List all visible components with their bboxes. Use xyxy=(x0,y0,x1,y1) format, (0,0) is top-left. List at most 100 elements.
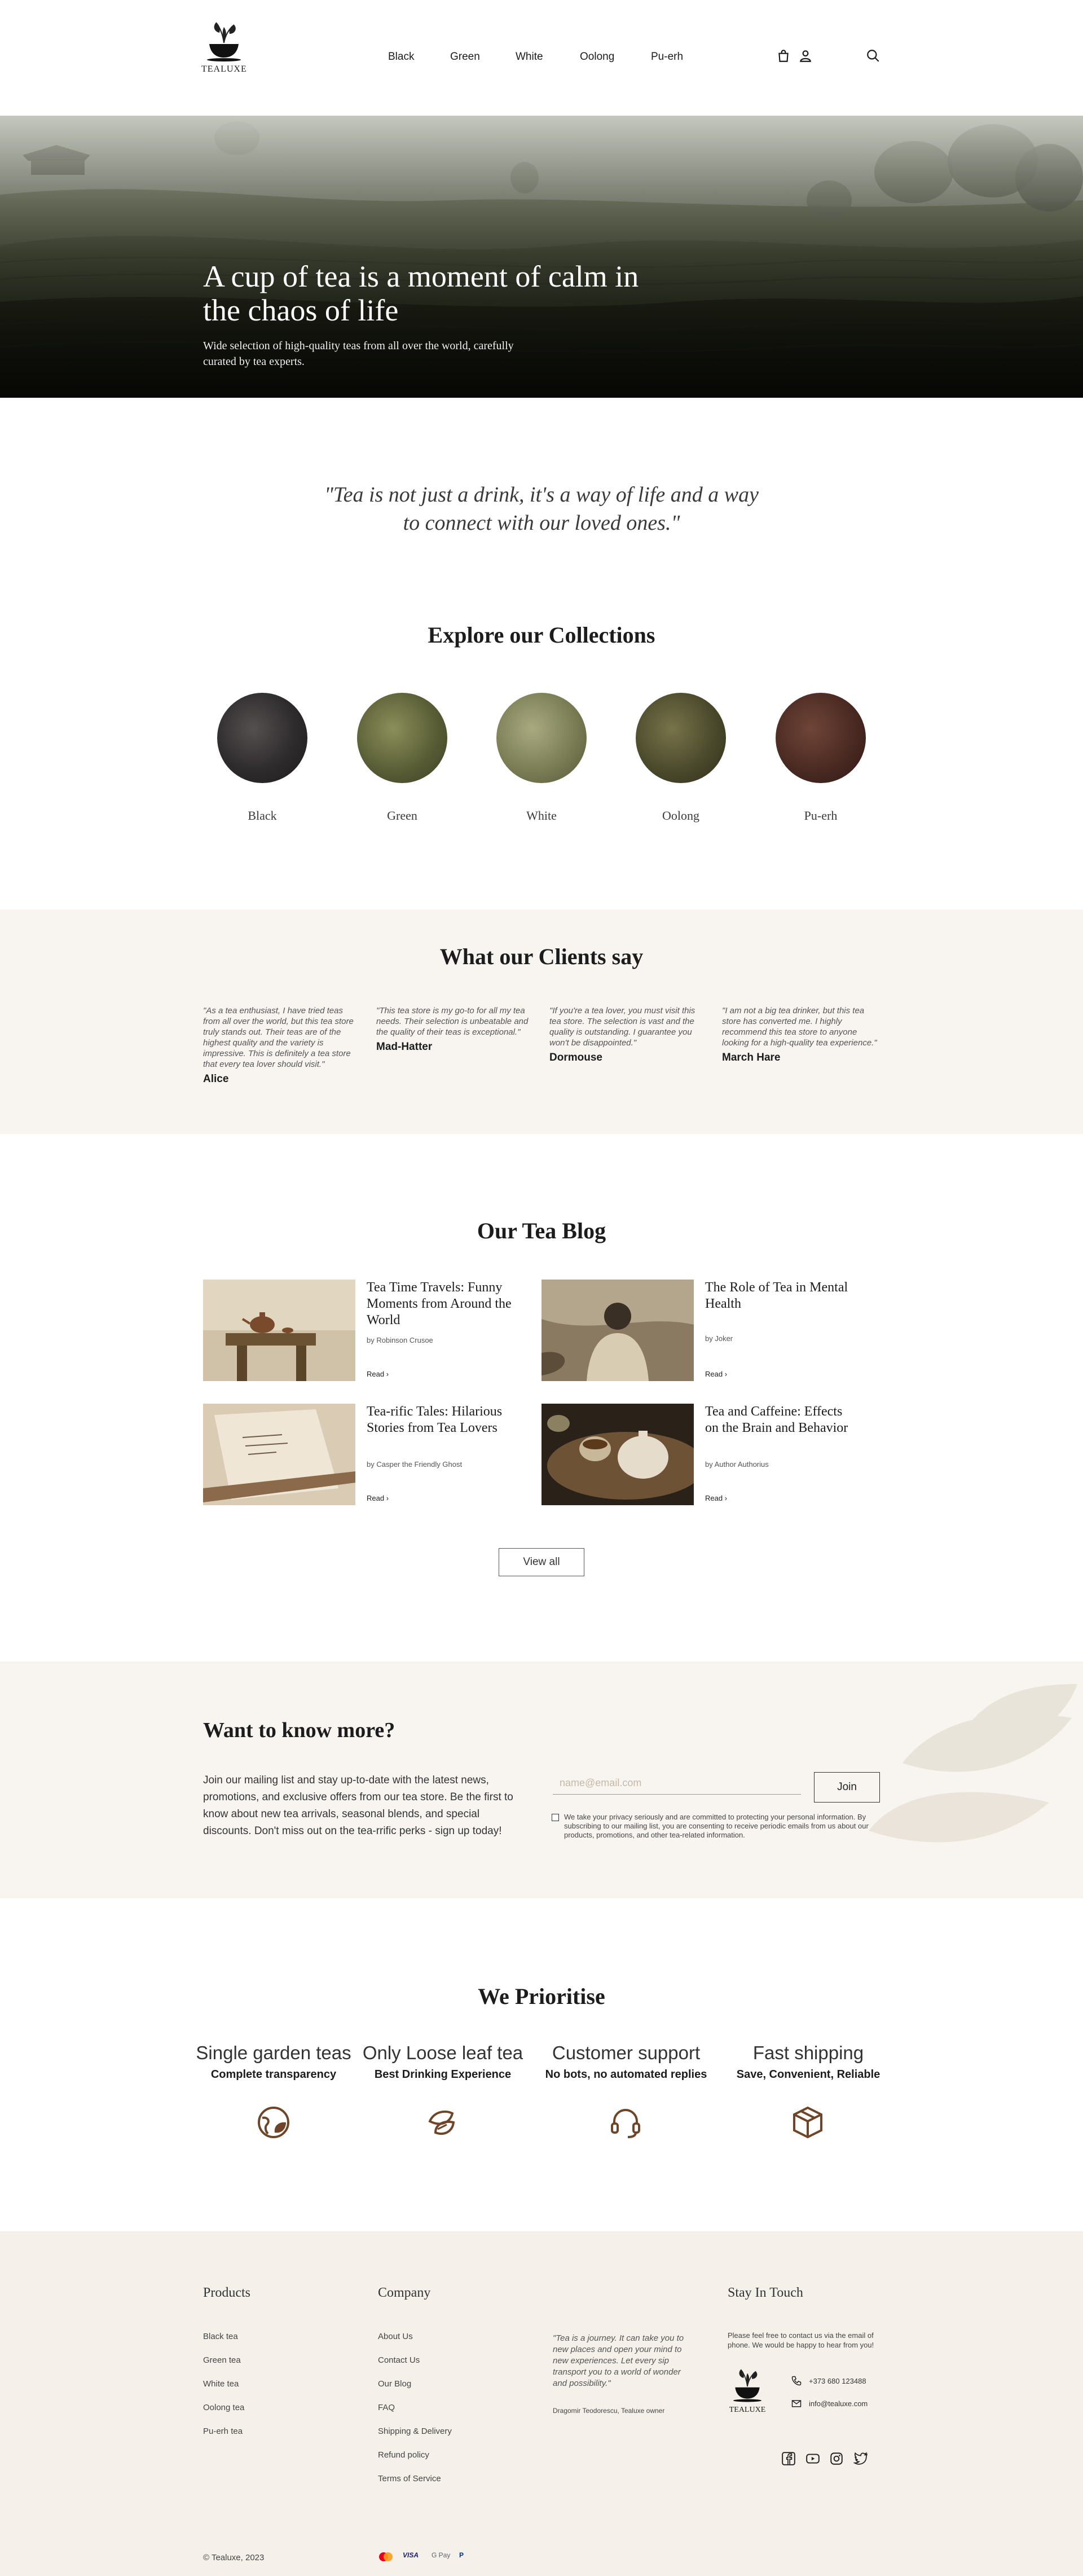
blog-post-title[interactable]: Tea and Caffeine: Effects on the Brain a… xyxy=(705,1404,857,1436)
footer-quote: "Tea is a journey. It can take you to ne… xyxy=(553,2333,684,2388)
footer-link[interactable]: Our Blog xyxy=(378,2379,411,2389)
footer-link[interactable]: Pu-erh tea xyxy=(203,2426,243,2436)
collections-title: Explore our Collections xyxy=(428,622,655,648)
testimonial-name: Alice xyxy=(203,1073,229,1085)
footer-link[interactable]: Black tea xyxy=(203,2332,238,2341)
testimonials-title: What our Clients say xyxy=(439,944,644,969)
logo[interactable]: TEALUXE xyxy=(201,16,246,77)
paypal-label: P xyxy=(459,2551,464,2559)
logo-text: TEALUXE xyxy=(729,2406,766,2414)
read-link[interactable]: Read › xyxy=(705,1494,727,1502)
footer-link[interactable]: Oolong tea xyxy=(203,2403,244,2412)
phone-icon xyxy=(791,2376,802,2386)
collection-puerh[interactable]: Pu-erh xyxy=(773,693,869,828)
footer-company-title: Company xyxy=(378,2285,431,2300)
collection-label: Pu-erh xyxy=(804,808,838,823)
consent-checkbox[interactable] xyxy=(552,1814,559,1821)
facebook-icon[interactable] xyxy=(781,2451,796,2466)
footer-link[interactable]: About Us xyxy=(378,2332,413,2341)
blog-post[interactable]: Tea and Caffeine: Effects on the Brain a… xyxy=(542,1404,863,1505)
footer-link[interactable]: Shipping & Delivery xyxy=(378,2426,452,2436)
twitter-icon[interactable] xyxy=(853,2451,868,2466)
collection-label: Oolong xyxy=(662,808,699,823)
testimonial-text: "This tea store is my go-to for all my t… xyxy=(376,1006,529,1037)
priority-item: Customer support No bots, no automated r… xyxy=(542,2042,711,2081)
footer-products-title: Products xyxy=(203,2285,250,2300)
footer-link[interactable]: Terms of Service xyxy=(378,2474,441,2483)
nav-puerh[interactable]: Pu-erh xyxy=(651,51,683,63)
newsletter-title: Want to know more? xyxy=(203,1718,395,1742)
chevron-right-icon: › xyxy=(386,1370,389,1378)
black-tea-image xyxy=(217,693,307,783)
globe-leaf-icon xyxy=(258,2107,289,2138)
brand-quote: "Tea is not just a drink, it's a way of … xyxy=(324,483,759,535)
priority-subtitle: No bots, no automated replies xyxy=(545,2068,707,2081)
hero-title: A cup of tea is a moment of calm in the … xyxy=(203,260,639,327)
footer-link[interactable]: Refund policy xyxy=(378,2450,429,2460)
mail-icon xyxy=(791,2400,802,2407)
join-button[interactable]: Join xyxy=(814,1772,880,1803)
testimonial-text: "If you're a tea lover, you must visit t… xyxy=(549,1006,695,1048)
collection-label: Green xyxy=(387,808,417,823)
view-all-button[interactable]: View all xyxy=(499,1548,584,1576)
collection-green[interactable]: Green xyxy=(354,693,450,828)
read-link[interactable]: Read › xyxy=(705,1370,727,1378)
puerh-tea-image xyxy=(776,693,866,783)
logo-text: TEALUXE xyxy=(201,64,247,74)
teacup-leaf-icon xyxy=(733,2369,761,2402)
priority-subtitle: Best Drinking Experience xyxy=(374,2068,512,2081)
footer-quote-author: Dragomir Teodorescu, Tealuxe owner xyxy=(553,2407,665,2415)
testimonial-card: "This tea store is my go-to for all my t… xyxy=(376,1005,531,1053)
headset-icon xyxy=(611,2109,640,2138)
blog-title: Our Tea Blog xyxy=(477,1218,606,1243)
blog-post-title[interactable]: Tea-rific Tales: Hilarious Stories from … xyxy=(367,1404,519,1436)
main-nav: Black Green White Oolong Pu-erh xyxy=(0,51,1083,64)
collection-oolong[interactable]: Oolong xyxy=(633,693,729,828)
contact-phone[interactable]: +373 680 123488 xyxy=(791,2376,866,2386)
footer-link[interactable]: FAQ xyxy=(378,2403,395,2412)
blog-post[interactable]: Tea-rific Tales: Hilarious Stories from … xyxy=(203,1404,525,1505)
footer-link[interactable]: Contact Us xyxy=(378,2355,420,2365)
footer-link[interactable]: White tea xyxy=(203,2379,239,2389)
search-icon[interactable] xyxy=(866,49,881,63)
blog-image-tea-set xyxy=(542,1404,694,1505)
chevron-right-icon: › xyxy=(724,1494,728,1502)
read-link[interactable]: Read › xyxy=(367,1370,389,1378)
email-address: info@tealuxe.com xyxy=(809,2399,868,2408)
instagram-icon[interactable] xyxy=(829,2451,844,2466)
blog-image-teapot xyxy=(203,1280,355,1381)
blog-post[interactable]: Tea Time Travels: Funny Moments from Aro… xyxy=(203,1280,525,1381)
priority-title: Single garden teas xyxy=(196,2042,351,2063)
oolong-tea-image xyxy=(636,693,726,783)
green-tea-image xyxy=(357,693,447,783)
contact-email[interactable]: info@tealuxe.com xyxy=(791,2399,868,2408)
priority-item: Single garden teas Complete transparency xyxy=(189,2042,358,2081)
read-link[interactable]: Read › xyxy=(367,1494,389,1502)
nav-green[interactable]: Green xyxy=(450,51,480,63)
collection-black[interactable]: Black xyxy=(214,693,310,828)
email-field[interactable] xyxy=(553,1772,801,1795)
nav-black[interactable]: Black xyxy=(388,51,414,63)
priority-title: Fast shipping xyxy=(752,2042,864,2063)
nav-oolong[interactable]: Oolong xyxy=(580,51,614,63)
priority-subtitle: Save, Convenient, Reliable xyxy=(736,2068,881,2081)
visa-label: VISA xyxy=(403,2551,419,2559)
user-icon[interactable] xyxy=(798,49,813,63)
blog-post-author: by Casper the Friendly Ghost xyxy=(367,1460,463,1469)
blog-image-book xyxy=(203,1404,355,1505)
blog-post[interactable]: The Role of Tea in Mental Health by Joke… xyxy=(542,1280,863,1381)
gpay-label: G Pay xyxy=(432,2551,451,2559)
priority-title: Only Loose leaf tea xyxy=(362,2042,523,2063)
footer-logo[interactable]: TEALUXE xyxy=(728,2364,767,2417)
footer-link[interactable]: Green tea xyxy=(203,2355,241,2365)
priority-subtitle: Complete transparency xyxy=(210,2068,337,2081)
blog-post-title[interactable]: Tea Time Travels: Funny Moments from Aro… xyxy=(367,1280,519,1329)
bag-icon[interactable] xyxy=(776,49,791,63)
youtube-icon[interactable] xyxy=(805,2451,820,2466)
blog-post-title[interactable]: The Role of Tea in Mental Health xyxy=(705,1280,857,1312)
collection-white[interactable]: White xyxy=(494,693,589,828)
nav-white[interactable]: White xyxy=(516,51,543,63)
testimonial-text: "I am not a big tea drinker, but this te… xyxy=(722,1006,877,1048)
testimonial-card: "I am not a big tea drinker, but this te… xyxy=(722,1005,877,1064)
blog-post-author: by Joker xyxy=(705,1334,733,1343)
